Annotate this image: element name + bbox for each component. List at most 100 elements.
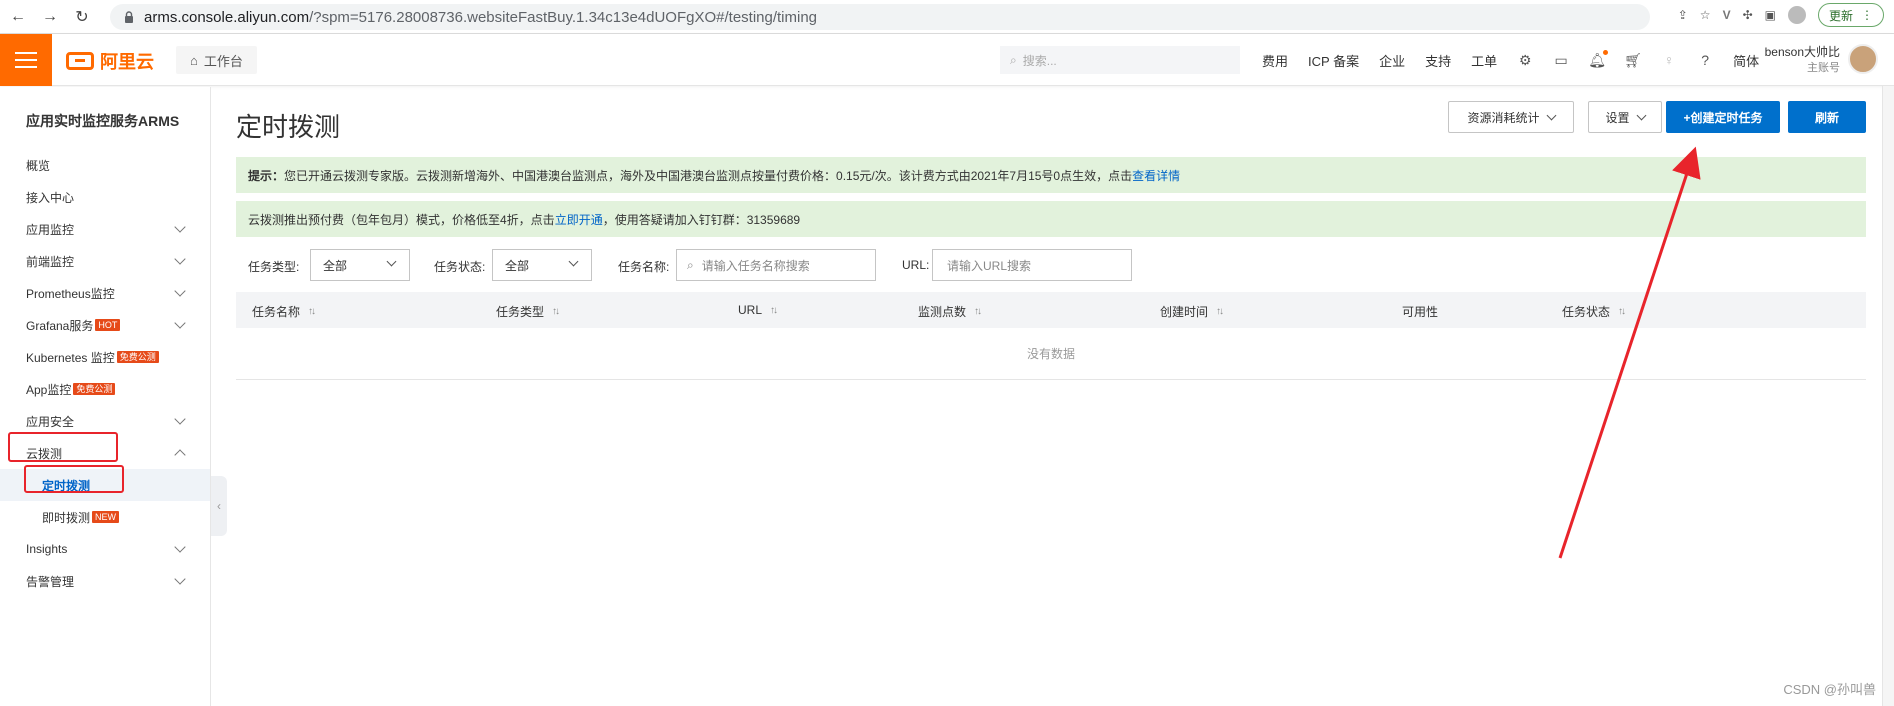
user-menu[interactable]: benson大帅比 主账号 <box>1764 44 1840 76</box>
main-content: 定时拨测 资源消耗统计 设置 +创建定时任务 刷新 提示： 您已开通云拨测专家版。… <box>212 87 1894 706</box>
search-input[interactable]: ⌕ 搜索... <box>1000 46 1240 74</box>
sidepanel-icon[interactable]: ▣ <box>1765 8 1776 22</box>
nav-link-support[interactable]: 支持 <box>1425 51 1451 70</box>
logo-text: 阿里云 <box>100 52 154 72</box>
update-button[interactable]: 更新 ⋮ <box>1817 3 1884 27</box>
view-details-link[interactable]: 查看详情 <box>1132 167 1180 184</box>
sidebar-item-label: App监控 <box>26 382 72 397</box>
task-type-select[interactable]: 全部 <box>310 249 410 281</box>
chevron-down-icon <box>174 317 186 329</box>
sidebar-item-prometheus[interactable]: Prometheus监控 <box>0 277 210 309</box>
console-topnav: 阿里云 ⌂ 工作台 ⌕ 搜索... 费用 ICP 备案 企业 支持 工单 ⚙ ▭… <box>0 34 1894 86</box>
puzzle-icon[interactable]: ✣ <box>1743 8 1753 22</box>
extension-v-icon[interactable]: V <box>1723 8 1731 22</box>
nav-link-icp[interactable]: ICP 备案 <box>1308 51 1359 70</box>
column-url[interactable]: URL ↑↓ <box>738 303 778 317</box>
task-type-value: 全部 <box>323 258 348 273</box>
topnav-links: 费用 ICP 备案 企业 支持 工单 ⚙ ▭ 🔔︎ 🛒︎ ♀ ? 简体 <box>1262 34 1759 86</box>
resource-stats-dropdown[interactable]: 资源消耗统计 <box>1448 101 1574 133</box>
sidebar-item-frontend-monitor[interactable]: 前端监控 <box>0 245 210 277</box>
highlight-box-synthetic-test <box>8 432 118 462</box>
search-icon: ⌕ <box>687 257 694 272</box>
sidebar-item-label: 即时拨测 <box>42 510 91 525</box>
sort-icon[interactable]: ↑↓ <box>1216 306 1224 317</box>
chevron-down-icon <box>568 256 579 267</box>
column-created-time[interactable]: 创建时间 ↑↓ <box>1160 303 1224 320</box>
nav-link-fees[interactable]: 费用 <box>1262 51 1288 70</box>
chevron-down-icon <box>174 253 186 265</box>
share-icon[interactable]: ⇪ <box>1678 8 1688 22</box>
sidebar-item-alert-management[interactable]: 告警管理 <box>0 565 210 597</box>
sort-icon[interactable]: ↑↓ <box>974 306 982 317</box>
sidebar-item-label: Prometheus监控 <box>26 286 115 301</box>
more-icon: ⋮ <box>1861 8 1873 22</box>
user-role: 主账号 <box>1807 62 1840 74</box>
workbench-button[interactable]: ⌂ 工作台 <box>176 46 257 74</box>
reload-icon[interactable]: ↻ <box>68 3 96 31</box>
task-name-placeholder: 请输入任务名称搜索 <box>701 258 810 273</box>
chevron-down-icon <box>174 573 186 585</box>
refresh-button[interactable]: 刷新 <box>1788 101 1866 133</box>
address-bar[interactable]: arms.console.aliyun.com/?spm=5176.280087… <box>110 4 1650 30</box>
settings-dropdown[interactable]: 设置 <box>1588 101 1662 133</box>
url-placeholder: 请输入URL搜索 <box>947 258 1032 273</box>
nav-link-ticket[interactable]: 工单 <box>1471 51 1497 70</box>
create-task-button[interactable]: +创建定时任务 <box>1666 101 1780 133</box>
aliyun-logo[interactable]: 阿里云 <box>66 48 154 74</box>
table-header: 任务名称 ↑↓ 任务类型 ↑↓ URL ↑↓ 监测点数 ↑↓ 创建时间 ↑↓ 可用性 任务… <box>236 292 1866 328</box>
watermark: CSDN @孙叫兽 <box>1783 682 1876 697</box>
task-name-search-input[interactable]: ⌕ 请输入任务名称搜索 <box>676 249 876 281</box>
column-monitor-points[interactable]: 监测点数 ↑↓ <box>918 303 982 320</box>
column-task-type[interactable]: 任务类型 ↑↓ <box>496 303 560 320</box>
page-scrollbar[interactable] <box>1882 86 1894 706</box>
sidebar-item-insights[interactable]: Insights <box>0 533 210 565</box>
chevron-down-icon <box>174 413 186 425</box>
sort-icon[interactable]: ↑↓ <box>308 306 316 317</box>
column-label: URL <box>738 303 763 317</box>
cloud-shell-icon[interactable]: ⚙ <box>1517 52 1533 68</box>
sidebar-item-label: Kubernetes 监控 <box>26 350 115 365</box>
nav-link-enterprise[interactable]: 企业 <box>1379 51 1405 70</box>
hot-badge: HOT <box>95 319 121 331</box>
task-status-value: 全部 <box>505 258 530 273</box>
new-badge: NEW <box>92 511 120 523</box>
url-search-input[interactable]: 请输入URL搜索 <box>932 249 1132 281</box>
terminal-icon[interactable]: ▭ <box>1553 52 1569 68</box>
lightbulb-icon[interactable]: ♀ <box>1661 52 1677 68</box>
star-icon[interactable]: ☆ <box>1700 8 1711 22</box>
notice-text: 您已开通云拨测专家版。云拨测新增海外、中国港澳台监测点，海外及中国港澳台监测点按… <box>284 168 1133 183</box>
sidebar-item-label: 概览 <box>26 158 51 173</box>
hamburger-menu-icon[interactable] <box>0 34 52 86</box>
task-status-select[interactable]: 全部 <box>492 249 592 281</box>
sidebar-item-app-monitor[interactable]: 应用监控 <box>0 213 210 245</box>
notice-banner-prepaid: 云拨测推出预付费（包年包月）模式，价格低至4折，点击 立即开通 ，使用答疑请加入钉钉… <box>236 201 1866 237</box>
forward-icon[interactable]: → <box>36 3 64 31</box>
column-task-status[interactable]: 任务状态 ↑↓ <box>1562 303 1626 320</box>
column-label: 任务状态 <box>1562 305 1611 319</box>
help-icon[interactable]: ? <box>1697 52 1713 68</box>
column-task-name[interactable]: 任务名称 ↑↓ <box>252 303 316 320</box>
task-type-label: 任务类型: <box>248 260 300 274</box>
chevron-down-icon <box>1636 110 1646 120</box>
sort-icon[interactable]: ↑↓ <box>1618 306 1626 317</box>
sidebar-item-overview[interactable]: 概览 <box>0 149 210 181</box>
avatar[interactable] <box>1848 44 1878 74</box>
language-switch[interactable]: 简体 <box>1733 51 1759 70</box>
profile-icon[interactable] <box>1787 6 1806 24</box>
settings-label: 设置 <box>1605 110 1630 125</box>
sidebar-item-kubernetes[interactable]: Kubernetes 监控 免费公测 <box>0 341 210 373</box>
cart-icon[interactable]: 🛒︎ <box>1624 52 1642 68</box>
bell-icon[interactable]: 🔔︎ <box>1588 50 1609 68</box>
activate-now-link[interactable]: 立即开通 <box>555 211 603 228</box>
chevron-up-icon <box>174 449 186 461</box>
sidebar-item-grafana[interactable]: Grafana服务 HOT <box>0 309 210 341</box>
sidebar-item-access-center[interactable]: 接入中心 <box>0 181 210 213</box>
column-label: 任务名称 <box>252 305 301 319</box>
sidebar-item-app-monitoring[interactable]: App监控 免费公测 <box>0 373 210 405</box>
back-icon[interactable]: ← <box>4 3 32 31</box>
column-label: 监测点数 <box>918 305 967 319</box>
filter-bar: 任务类型: 全部 任务状态: 全部 任务名称: ⌕ 请输入任务名称搜索 URL:… <box>236 249 1866 281</box>
sort-icon[interactable]: ↑↓ <box>770 305 778 316</box>
sidebar-item-instant-test[interactable]: 即时拨测 NEW <box>0 501 210 533</box>
sort-icon[interactable]: ↑↓ <box>552 306 560 317</box>
